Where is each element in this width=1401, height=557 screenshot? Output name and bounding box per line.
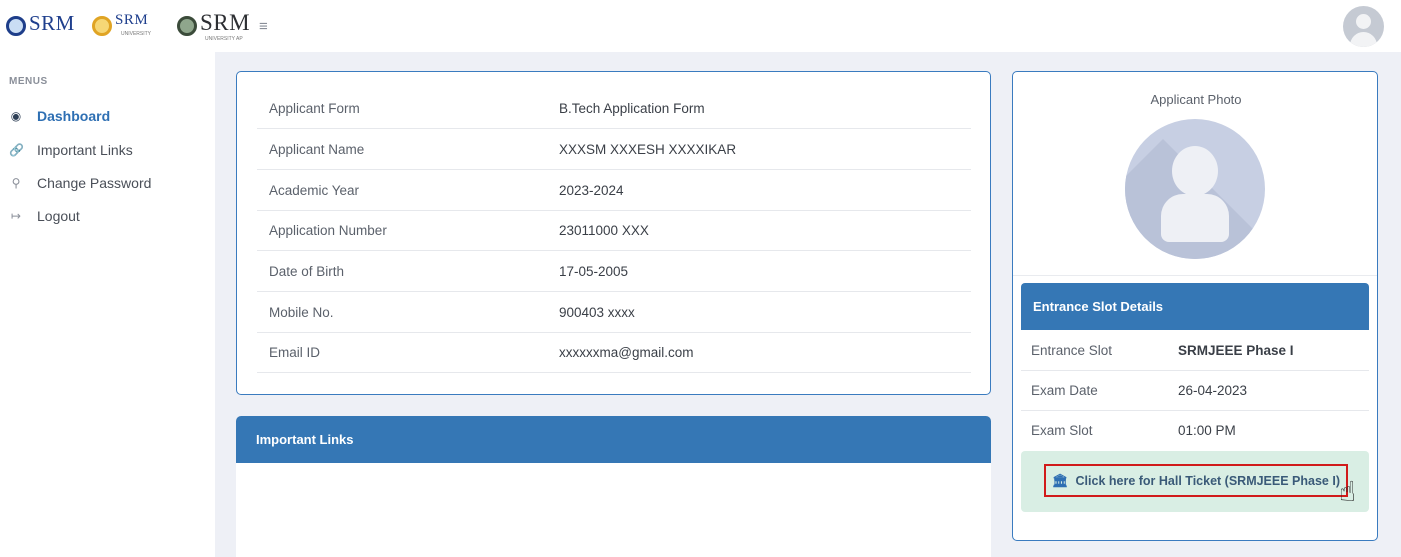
info-row-academic-year: Academic Year 2023-2024 <box>257 171 971 211</box>
entrance-slot-header: Entrance Slot Details <box>1021 283 1369 330</box>
info-row-date-of-birth: Date of Birth 17-05-2005 <box>257 252 971 292</box>
logout-icon: ↦ <box>10 209 22 223</box>
pointer-hand-cursor-icon: ☝ <box>1339 476 1357 507</box>
srm-emblem-icon <box>6 16 26 36</box>
srm-university-ap-logo[interactable]: SRM UNIVERSITY AP <box>177 6 255 46</box>
srm-ap-logo-subtext: UNIVERSITY AP <box>205 36 243 42</box>
sidebar-item-label: Important Links <box>37 142 133 158</box>
slot-value: 01:00 PM <box>1178 423 1236 438</box>
sidebar-item-label: Logout <box>37 208 80 224</box>
user-avatar-icon[interactable] <box>1343 6 1384 47</box>
info-row-applicant-name: Applicant Name XXXSM XXXESH XXXXIKAR <box>257 130 971 170</box>
dashboard-icon: ◉ <box>10 109 22 123</box>
top-bar: SRM SRM UNIVERSITY SRM UNIVERSITY AP ≡ <box>0 0 1401 52</box>
info-value: 900403 xxxx <box>559 305 635 320</box>
sidebar-title: MENUS <box>9 76 48 87</box>
divider <box>1013 275 1377 276</box>
photo-title: Applicant Photo <box>1150 92 1242 107</box>
srm-logo-text: SRM <box>29 10 75 35</box>
slot-label: Exam Slot <box>1031 423 1093 438</box>
info-value: B.Tech Application Form <box>559 101 705 116</box>
sidebar-item-change-password[interactable]: ⚲ Change Password <box>9 175 152 191</box>
srm-logo-1[interactable]: SRM <box>6 6 88 46</box>
srm-university-logo-subtext: UNIVERSITY <box>121 31 152 37</box>
sidebar-item-label: Dashboard <box>37 108 111 124</box>
sidebar-item-logout[interactable]: ↦ Logout <box>9 208 80 224</box>
info-label: Applicant Name <box>269 142 365 157</box>
hall-ticket-label: Click here for Hall Ticket (SRMJEEE Phas… <box>1075 473 1340 488</box>
info-row-mobile-no: Mobile No. 900403 xxxx <box>257 293 971 333</box>
applicant-photo-card: Applicant Photo Entrance Slot Details En… <box>1012 71 1378 541</box>
avatar-body <box>1350 32 1377 47</box>
info-value: 23011000 XXX <box>559 223 649 238</box>
hamburger-icon[interactable]: ≡ <box>259 18 268 35</box>
sidebar-item-important-links[interactable]: 🔗 Important Links <box>9 142 133 158</box>
slot-row-exam-slot: Exam Slot 01:00 PM <box>1021 410 1369 451</box>
info-label: Mobile No. <box>269 305 334 320</box>
srm-university-logo[interactable]: SRM UNIVERSITY <box>92 6 177 46</box>
slot-row-exam-date: Exam Date 26-04-2023 <box>1021 370 1369 411</box>
logo-group: SRM SRM UNIVERSITY SRM UNIVERSITY AP ≡ <box>6 0 268 52</box>
slot-row-entrance-slot: Entrance Slot SRMJEEE Phase I <box>1021 330 1369 371</box>
info-label: Date of Birth <box>269 264 345 279</box>
slot-value: SRMJEEE Phase I <box>1178 342 1294 358</box>
srm-university-logo-text: SRM <box>115 11 149 28</box>
hall-ticket-box: 🏛 Click here for Hall Ticket (SRMJEEE Ph… <box>1021 451 1369 512</box>
srm-ap-emblem-icon <box>177 16 197 36</box>
info-label: Academic Year <box>269 183 360 198</box>
info-value: XXXSM XXXESH XXXXIKAR <box>559 142 737 157</box>
avatar-head <box>1356 14 1371 29</box>
hall-ticket-button[interactable]: 🏛 Click here for Hall Ticket (SRMJEEE Ph… <box>1044 464 1348 497</box>
slot-label: Entrance Slot <box>1031 342 1113 358</box>
srm-sun-emblem-icon <box>92 16 112 36</box>
info-row-applicant-form: Applicant Form B.Tech Application Form <box>257 89 971 129</box>
sidebar-item-label: Change Password <box>37 175 152 191</box>
bank-icon: 🏛 <box>1052 472 1069 488</box>
photo-head <box>1172 146 1218 196</box>
slot-label: Exam Date <box>1031 382 1098 398</box>
info-value: 2023-2024 <box>559 183 624 198</box>
slot-value: 26-04-2023 <box>1178 382 1248 398</box>
sidebar-item-dashboard[interactable]: ◉ Dashboard <box>9 108 110 124</box>
applicant-info-card: Applicant Form B.Tech Application Form A… <box>236 71 991 395</box>
photo-body <box>1161 194 1229 242</box>
info-label: Applicant Form <box>269 101 360 116</box>
info-row-application-number: Application Number 23011000 XXX <box>257 211 971 251</box>
srm-ap-logo-text: SRM <box>200 10 251 35</box>
important-links-header: Important Links <box>236 416 991 463</box>
info-row-email-id: Email ID xxxxxxma@gmail.com <box>257 333 971 373</box>
info-label: Application Number <box>269 223 387 238</box>
info-value: 17-05-2005 <box>559 264 629 279</box>
sidebar: MENUS ◉ Dashboard 🔗 Important Links ⚲ Ch… <box>0 52 215 557</box>
applicant-photo-placeholder-icon <box>1125 119 1265 259</box>
link-icon: 🔗 <box>9 143 24 157</box>
important-links-card: Important Links <box>236 416 991 557</box>
info-label: Email ID <box>269 345 321 360</box>
key-icon: ⚲ <box>11 176 21 190</box>
info-value: xxxxxxma@gmail.com <box>559 345 694 360</box>
